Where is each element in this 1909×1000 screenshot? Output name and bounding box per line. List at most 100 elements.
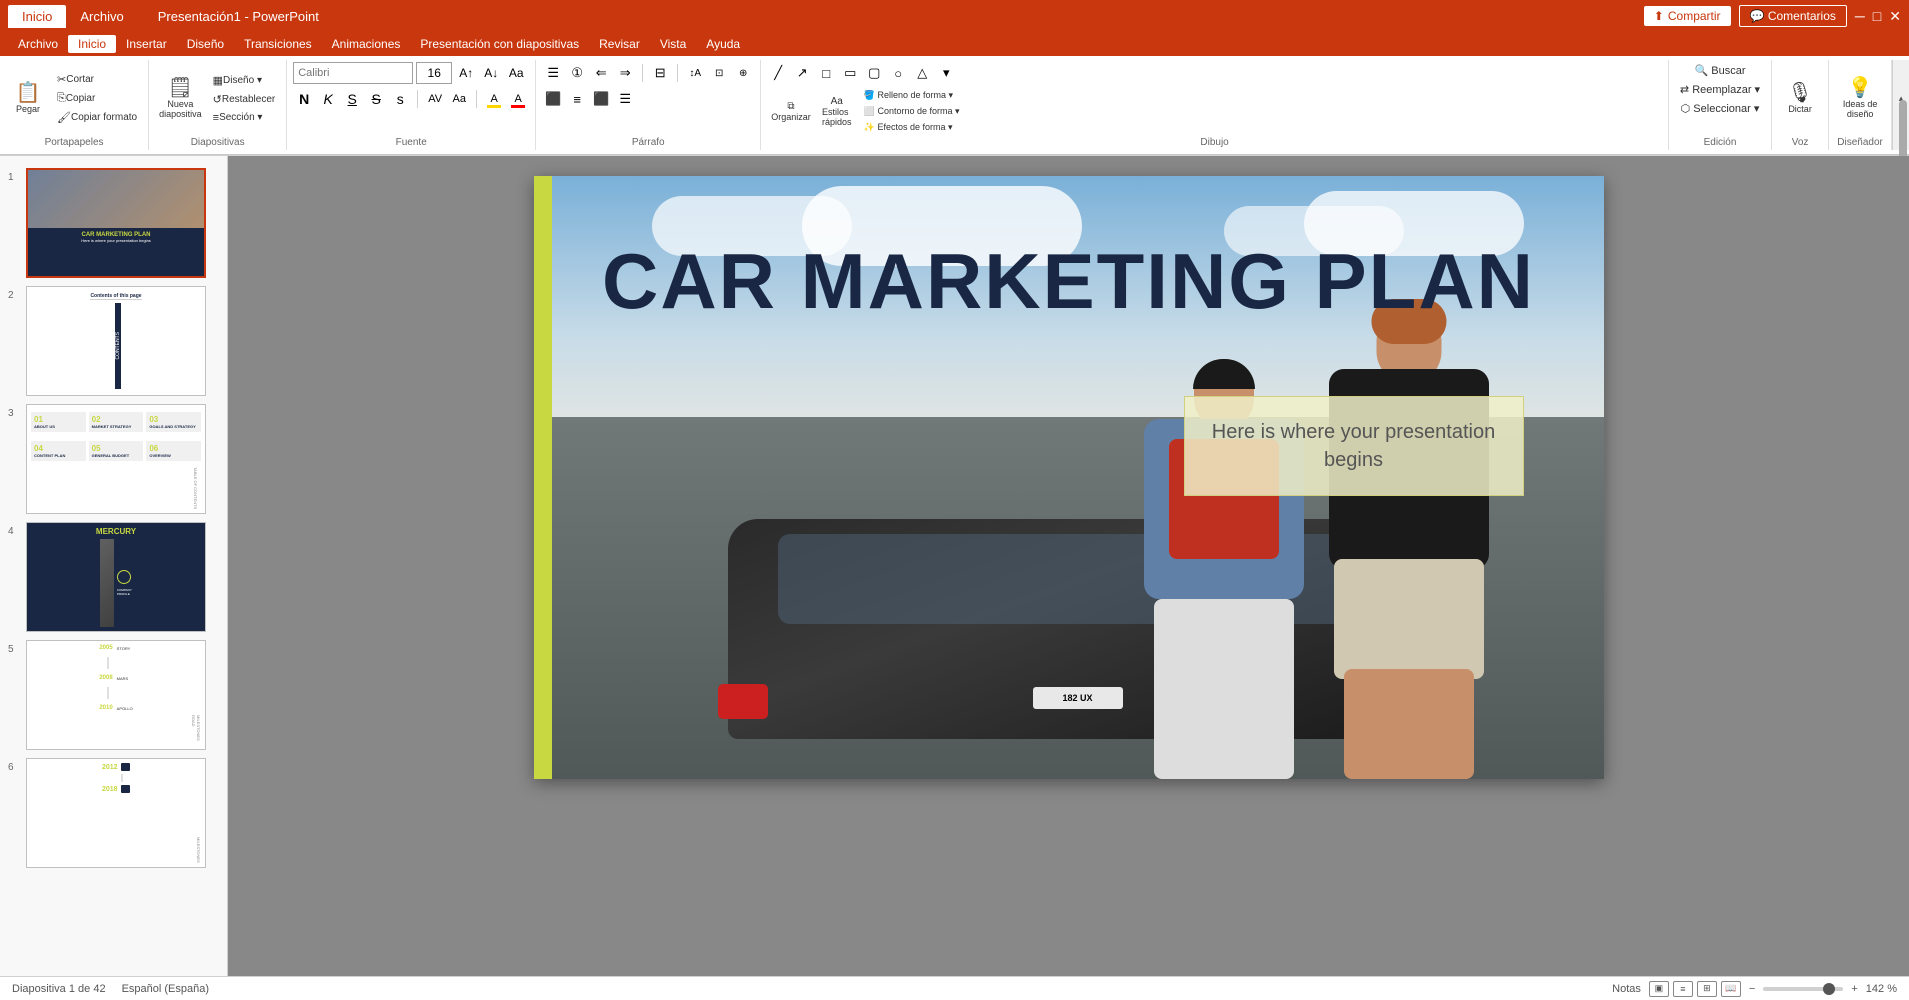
decrease-font-button[interactable]: A↓ [480,62,502,84]
view-reading-button[interactable]: 📖 [1721,981,1741,997]
menu-bar: Archivo Inicio Insertar Diseño Transicio… [0,32,1909,56]
find-button[interactable]: 🔍 Buscar [1690,62,1751,79]
paste-button[interactable]: 📋 Pegar [6,81,50,116]
disenador-label: Diseñador [1837,135,1883,148]
smartart-button[interactable]: ⊕ [732,62,754,84]
dictate-button[interactable]: 🎙 Dictar [1778,81,1822,116]
slide-item-6[interactable]: 6 2012 2018 MILESTONES [0,754,227,872]
shadow-button[interactable]: s [389,88,411,110]
maximize-button[interactable]: □ [1873,8,1881,24]
view-normal-button[interactable]: ▣ [1649,981,1669,997]
person-right [1314,309,1504,779]
view-outline-button[interactable]: ≡ [1673,981,1693,997]
bold-button[interactable]: N [293,88,315,110]
notes-area[interactable]: Haga clic para agregar notas [534,787,1604,817]
cut-button[interactable]: ✂ Cortar [52,71,142,88]
menu-vista[interactable]: Vista [650,35,696,53]
rect-tool[interactable]: □ [815,62,837,84]
justify-button[interactable]: ☰ [614,88,636,110]
font-size-input[interactable] [416,62,452,84]
notes-toggle-button[interactable]: Notas [1612,983,1641,995]
menu-animaciones[interactable]: Animaciones [322,35,411,53]
arrange-button[interactable]: ⧉ Organizar [767,88,815,135]
tab-inicio[interactable]: Inicio [8,5,66,28]
slide-number-5: 5 [8,644,20,655]
slide-textbox[interactable]: Here is where your presentation begins [1184,396,1524,496]
quick-styles-button[interactable]: Aa Estilosrápidos [817,88,857,135]
copy-button[interactable]: ⎘ Copiar [52,90,142,107]
slide-number-4: 4 [8,526,20,537]
view-sort-button[interactable]: ⊞ [1697,981,1717,997]
slide-number-1: 1 [8,172,20,183]
align-center-button[interactable]: ≡ [566,88,588,110]
menu-archivo[interactable]: Archivo [8,35,68,53]
effects-button[interactable]: ✨ Efectos de forma ▾ [859,120,965,135]
highlight-button[interactable]: A [483,88,505,110]
more-shapes-button[interactable]: ▾ [935,62,957,84]
line-tool[interactable]: ╱ [767,62,789,84]
menu-insertar[interactable]: Insertar [116,35,177,53]
align-left-button[interactable]: ⬛ [542,88,564,110]
menu-ayuda[interactable]: Ayuda [696,35,750,53]
text-direction-button[interactable]: ↕A [684,62,706,84]
slide-item-4[interactable]: 4 MERCURY COMPANY PROFILE [0,518,227,636]
thumb3-num3: 03 [149,415,198,424]
case-button[interactable]: Aa [448,88,470,110]
columns-button[interactable]: ⊟ [649,62,671,84]
align-text-button[interactable]: ⊡ [708,62,730,84]
thumb6-bar1 [121,763,130,771]
new-slide-button[interactable]: 🗒 Nuevadiapositiva [155,76,206,121]
bullets-button[interactable]: ☰ [542,62,564,84]
minus-zoom-button[interactable]: − [1749,983,1755,995]
replace-button[interactable]: ⇄ Reemplazar ▾ [1675,81,1765,98]
menu-transiciones[interactable]: Transiciones [234,35,322,53]
menu-presentacion[interactable]: Presentación con diapositivas [410,35,589,53]
underline-button[interactable]: S [341,88,363,110]
clear-format-button[interactable]: Aa [505,62,527,84]
section-button[interactable]: ≡ Sección ▾ [208,110,281,126]
font-name-input[interactable] [293,62,413,84]
arrow-tool[interactable]: ↗ [791,62,813,84]
close-button[interactable]: ✕ [1889,8,1901,25]
triangle-tool[interactable]: △ [911,62,933,84]
plus-zoom-button[interactable]: + [1851,983,1857,995]
strikethrough-button[interactable]: S [365,88,387,110]
thumb5-sidebar: MILESTONES ROAD [191,715,201,745]
comments-button[interactable]: 💬 Comentarios [1739,5,1847,27]
share-button[interactable]: ⬆ Compartir [1644,6,1731,26]
zoom-slider[interactable] [1763,987,1843,991]
design-ideas-button[interactable]: 💡 Ideas dediseño [1835,76,1885,121]
circle-tool[interactable]: ○ [887,62,909,84]
tab-archivo[interactable]: Archivo [66,5,137,28]
increase-font-button[interactable]: A↑ [455,62,477,84]
menu-inicio[interactable]: Inicio [68,35,116,53]
format-painter-button[interactable]: 🖌 Copiar formato [52,109,142,126]
menu-revisar[interactable]: Revisar [589,35,650,53]
align-right-button[interactable]: ⬛ [590,88,612,110]
reset-button[interactable]: ↺ Restablecer [208,91,281,108]
slide-item-5[interactable]: 5 2005 STORY 2008 MARS [0,636,227,754]
italic-button[interactable]: K [317,88,339,110]
slide-number-3: 3 [8,408,20,419]
numbered-list-button[interactable]: ① [566,62,588,84]
layout-button[interactable]: ▦ Diseño ▾ [208,72,281,89]
rect2-tool[interactable]: ▭ [839,62,861,84]
minimize-button[interactable]: ─ [1855,8,1865,24]
increase-indent-button[interactable]: ⇒ [614,62,636,84]
slide-item-1[interactable]: 1 CAR MARKETING PLAN Here is where your … [0,164,227,282]
copy-icon: ⎘ [57,92,66,105]
slide-title[interactable]: CAR MARKETING PLAN [584,236,1554,327]
rounded-rect-tool[interactable]: ▢ [863,62,885,84]
decrease-indent-button[interactable]: ⇐ [590,62,612,84]
ribbon-toolbar: 📋 Pegar ✂ Cortar ⎘ Copiar 🖌 Copiar forma [0,56,1909,155]
slide-item-3[interactable]: 3 01 ABOUT US 02 MARKET STRATEGY 03 GOAL… [0,400,227,518]
menu-diseno[interactable]: Diseño [177,35,234,53]
font-color-button[interactable]: A [507,88,529,110]
char-spacing-button[interactable]: AV [424,88,446,110]
fill-button[interactable]: 🪣 Relleno de forma ▾ [859,88,965,103]
outline-button[interactable]: ⬜ Contorno de forma ▾ [859,104,965,119]
select-button[interactable]: ⬡ Seleccionar ▾ [1676,100,1765,117]
slide-canvas[interactable]: 182 UX [534,176,1604,779]
slide-item-2[interactable]: 2 Contents of this page [0,282,227,400]
tab-bar: Inicio Archivo Presentación1 - PowerPoin… [0,0,1909,32]
